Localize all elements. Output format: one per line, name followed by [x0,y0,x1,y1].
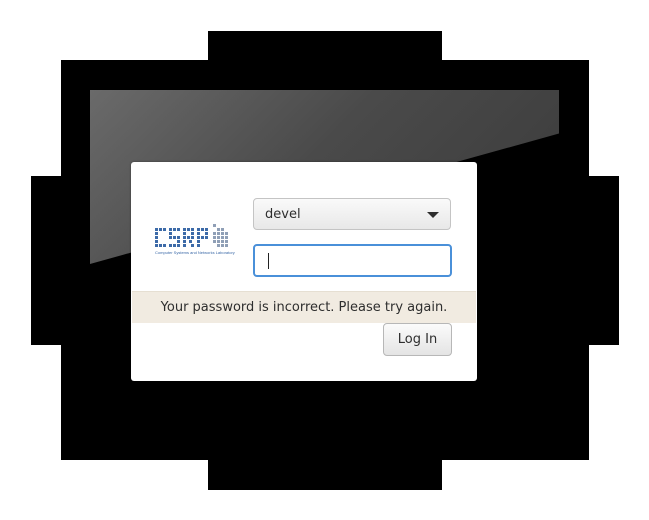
password-input[interactable] [253,244,452,277]
csrp-logo: Computer Systems and Networks Laboratory [155,222,237,256]
error-message-text: Your password is incorrect. Please try a… [160,300,448,315]
chevron-down-icon[interactable] [427,212,439,218]
login-button-label: Log In [397,332,438,347]
selected-user-label: devel [265,206,301,222]
login-button[interactable]: Log In [383,323,452,356]
error-message-bar: Your password is incorrect. Please try a… [132,291,476,323]
text-caret [268,253,269,269]
logo-tagline: Computer Systems and Networks Laboratory [155,250,235,255]
user-select-dropdown[interactable]: devel [253,198,451,230]
backdrop-segment [208,459,442,490]
login-dialog: Computer Systems and Networks Laboratory… [131,162,477,381]
login-screen: Computer Systems and Networks Laboratory… [0,0,649,520]
backdrop-segment [208,31,442,61]
